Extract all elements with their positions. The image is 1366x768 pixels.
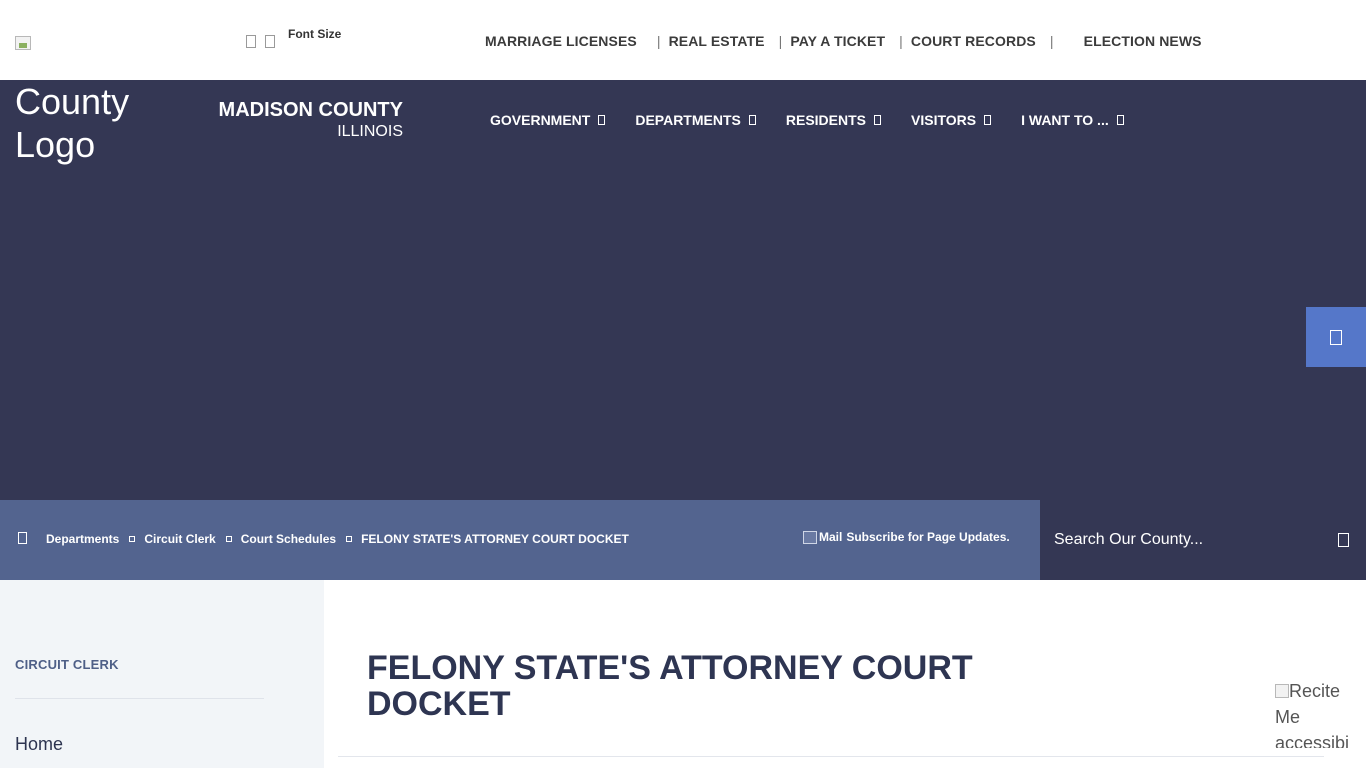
font-size-label: Font Size <box>288 27 342 41</box>
nav-i-want-to[interactable]: I WANT TO ... <box>1021 112 1124 128</box>
breadcrumb-current: FELONY STATE'S ATTORNEY COURT DOCKET <box>361 532 629 546</box>
broken-image-icon <box>1275 684 1289 698</box>
quicklink-marriage-licenses[interactable]: MARRIAGE LICENSES <box>485 33 637 49</box>
chevron-down-icon <box>1116 115 1124 125</box>
quicklink-separator: | <box>899 33 903 49</box>
quicklink-separator: | <box>1049 33 1054 49</box>
chevron-right-icon <box>346 536 353 542</box>
nav-label: VISITORS <box>911 112 977 128</box>
breadcrumb-departments[interactable]: Departments <box>46 532 119 546</box>
nav-label: DEPARTMENTS <box>635 112 741 128</box>
top-utility-bar: Font Size MARRIAGE LICENSES | REAL ESTAT… <box>0 0 1366 80</box>
breadcrumb-circuit-clerk[interactable]: Circuit Clerk <box>144 532 215 546</box>
main-nav: GOVERNMENT DEPARTMENTS RESIDENTS VISITOR… <box>490 112 1154 128</box>
mail-icon <box>803 530 817 544</box>
quicklink-pay-a-ticket[interactable]: PAY A TICKET <box>790 33 885 49</box>
nav-departments[interactable]: DEPARTMENTS <box>635 112 756 128</box>
nav-visitors[interactable]: VISITORS <box>911 112 992 128</box>
county-logo[interactable]: County Logo <box>15 80 165 166</box>
subscribe-text: Subscribe for Page Updates. <box>846 530 1010 544</box>
quicklink-separator: | <box>778 33 783 49</box>
breadcrumb: Departments Circuit Clerk Court Schedule… <box>46 532 629 546</box>
subscribe-link[interactable]: Mail Subscribe for Page Updates. <box>803 530 1010 544</box>
accessibility-tab-icon <box>1330 329 1342 345</box>
nav-label: RESIDENTS <box>785 112 866 128</box>
quicklink-real-estate[interactable]: REAL ESTATE <box>669 33 765 49</box>
sidebar-title: CIRCUIT CLERK <box>15 657 119 672</box>
search-box <box>1040 500 1366 580</box>
font-size-controls <box>246 33 284 49</box>
county-state: ILLINOIS <box>337 123 403 140</box>
chevron-right-icon <box>225 536 232 542</box>
broken-image-icon <box>15 36 31 50</box>
search-icon[interactable] <box>1338 533 1349 547</box>
chevron-right-icon <box>129 536 136 542</box>
sidebar-divider <box>15 698 264 699</box>
font-decrease-icon[interactable] <box>246 34 256 48</box>
font-increase-icon[interactable] <box>265 34 275 48</box>
sidebar-item-home[interactable]: Home <box>15 734 63 755</box>
county-title: MADISON COUNTY <box>218 99 403 121</box>
quicklink-separator: | <box>656 33 661 49</box>
home-icon[interactable] <box>18 532 27 544</box>
accessibility-side-tab[interactable] <box>1306 307 1366 367</box>
quick-links: MARRIAGE LICENSES | REAL ESTATE | PAY A … <box>485 33 1202 49</box>
recite-me-button[interactable]: Recite Me accessibility <box>1275 678 1350 748</box>
page-title: FELONY STATE'S ATTORNEY COURT DOCKET <box>367 649 973 723</box>
quicklink-election-news[interactable]: ELECTION NEWS <box>1084 33 1202 49</box>
site-header: County Logo MADISON COUNTY ILLINOIS GOVE… <box>0 80 1366 500</box>
breadcrumb-court-schedules[interactable]: Court Schedules <box>241 532 336 546</box>
nav-residents[interactable]: RESIDENTS <box>786 112 881 128</box>
nav-label: GOVERNMENT <box>490 112 591 128</box>
chevron-down-icon <box>748 115 756 125</box>
chevron-down-icon <box>598 115 606 125</box>
chevron-down-icon <box>984 115 992 125</box>
mail-alt-text: Mail <box>819 530 843 544</box>
content-divider <box>338 756 1324 757</box>
nav-government[interactable]: GOVERNMENT <box>490 112 606 128</box>
quicklink-court-records[interactable]: COURT RECORDS <box>911 33 1036 49</box>
search-input[interactable] <box>1054 526 1324 554</box>
nav-label: I WANT TO ... <box>1021 112 1109 128</box>
county-name: MADISON COUNTY ILLINOIS <box>170 99 403 142</box>
chevron-down-icon <box>874 115 881 125</box>
